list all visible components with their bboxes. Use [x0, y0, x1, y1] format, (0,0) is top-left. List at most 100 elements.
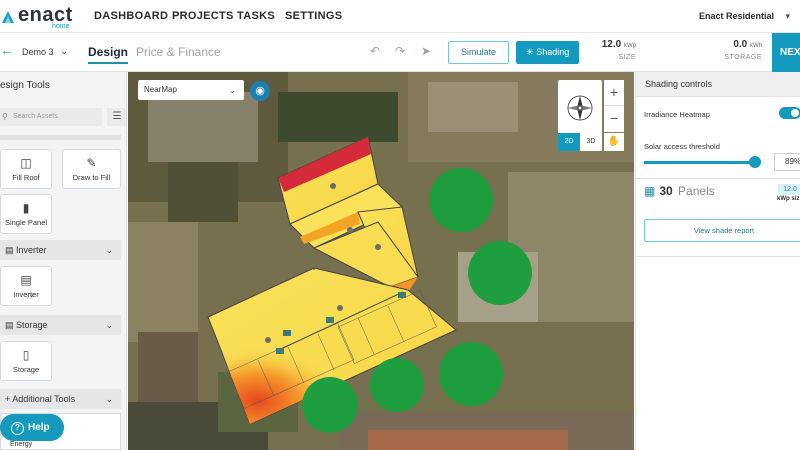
chevron-down-icon[interactable]: ⌄ — [60, 46, 68, 57]
search-placeholder: Search Assets — [13, 113, 58, 120]
tree-obstruction[interactable] — [439, 342, 503, 406]
divider — [636, 256, 800, 257]
question-icon: ? — [11, 422, 24, 435]
nav-dashboard[interactable]: DASHBOARD — [94, 10, 168, 22]
leaf-icon — [2, 11, 14, 23]
menu-icon[interactable]: ☰ — [107, 108, 126, 126]
storage-label: STORAGE — [724, 54, 762, 61]
kwp-badge: 12.0 — [778, 184, 800, 195]
storage-value: 0.0 — [733, 39, 748, 50]
nav-projects[interactable]: PROJECTS — [172, 10, 234, 22]
threshold-slider-thumb[interactable] — [749, 156, 761, 168]
toggle-knob — [791, 109, 799, 117]
zoom-out-button[interactable]: − — [604, 106, 624, 132]
plus-icon: + — [5, 394, 11, 404]
section-storage[interactable]: ▤ Storage ⌄ — [0, 315, 121, 335]
section-inverter[interactable]: ▤ Inverter ⌄ — [0, 240, 121, 260]
tree-obstruction[interactable] — [302, 377, 358, 433]
fill-roof-tool[interactable]: ◫ Fill Roof — [0, 149, 52, 189]
view-3d-button[interactable]: 3D — [580, 133, 602, 151]
tab-design[interactable]: Design — [88, 45, 129, 64]
view-2d-button[interactable]: 2D — [558, 133, 580, 151]
compass-icon — [567, 95, 593, 121]
hand-cursor-icon: ☞ — [26, 291, 36, 303]
redo-icon[interactable]: ↷ — [395, 44, 405, 58]
single-panel-label: Single Panel — [4, 218, 48, 227]
compass-control[interactable] — [558, 80, 602, 136]
tree-obstruction[interactable] — [370, 358, 424, 412]
draw-to-fill-label: Draw to Fill — [72, 173, 111, 182]
draw-to-fill-tool[interactable]: ✎ Draw to Fill — [62, 149, 121, 189]
map-canvas[interactable]: NearMap ⌄ ◉ + − 2D 3D ✋ — [128, 72, 634, 450]
panel-count-value: 30 — [659, 184, 673, 198]
chevron-down-icon: ⌄ — [105, 394, 113, 404]
storage-tile-label: Storage — [12, 365, 40, 374]
sun-icon: ☀ — [525, 47, 534, 57]
section-inverter-label: Inverter — [16, 245, 47, 255]
search-assets-input[interactable]: ⚲ Search Assets — [0, 108, 102, 126]
size-label: SIZE — [618, 54, 636, 61]
size-value: 12.0 — [601, 39, 622, 50]
size-unit: kWp — [624, 43, 636, 49]
back-arrow-icon[interactable]: ← — [0, 42, 14, 58]
globe-icon[interactable]: ◉ — [250, 81, 270, 101]
tree-obstruction[interactable] — [429, 168, 493, 232]
undo-icon[interactable]: ↶ — [370, 44, 380, 58]
size-metric: 12.0 kWp SIZE — [596, 39, 636, 61]
design-name[interactable]: Demo 3 — [22, 47, 54, 57]
top-nav: enact home DASHBOARD PROJECTS TASKS SETT… — [0, 0, 800, 33]
tab-price-finance[interactable]: Price & Finance — [136, 45, 221, 59]
nav-tasks[interactable]: TASKS — [237, 10, 275, 22]
single-panel-tool[interactable]: ▮ Single Panel — [0, 194, 52, 234]
chevron-down-icon: ⌄ — [105, 320, 113, 330]
divider — [636, 178, 800, 179]
shading-controls-panel: Shading controls Irradiance Heatmap Sola… — [635, 72, 800, 450]
design-toolbar: ← Demo 3 ⌄ Design Price & Finance ↶ ↷ ➤ … — [0, 33, 800, 72]
map-source-select[interactable]: NearMap ⌄ — [138, 80, 244, 100]
next-button[interactable]: NEXT — [772, 33, 800, 72]
storage-unit: kWh — [750, 43, 762, 49]
company-name[interactable]: Enact Residential — [699, 11, 774, 21]
storage-metric: 0.0 kWh STORAGE — [720, 39, 762, 61]
help-button[interactable]: ? Help — [0, 414, 64, 441]
shading-button[interactable]: ☀ Shading — [516, 41, 579, 64]
zoom-in-button[interactable]: + — [604, 80, 624, 106]
storage-tile[interactable]: ▯ Storage — [0, 341, 52, 381]
design-tools-sidebar: esign Tools ⚲ Search Assets ☰ ◫ Fill Roof … — [0, 72, 127, 450]
chevron-down-icon[interactable]: ▾ — [785, 11, 790, 22]
cursor-icon[interactable]: ➤ — [421, 44, 431, 58]
collapsed-section — [0, 135, 121, 140]
irradiance-heatmap-label: Irradiance Heatmap — [644, 110, 710, 119]
view-shade-report-button[interactable]: View shade report — [644, 219, 800, 242]
shading-title: Shading controls — [636, 72, 800, 97]
threshold-slider-track[interactable] — [644, 161, 754, 164]
fill-roof-label: Fill Roof — [12, 173, 40, 182]
enact-logo[interactable]: enact home — [0, 4, 72, 30]
solar-panel-icon: ▦ — [644, 184, 656, 198]
search-icon: ⚲ — [2, 112, 8, 121]
section-additional-label: Additional Tools — [12, 394, 76, 404]
panel-count-label: Panels — [678, 184, 715, 198]
panel-icon: ▮ — [22, 201, 30, 215]
simulate-button[interactable]: Simulate — [448, 41, 509, 64]
energy-label: Energy — [10, 441, 33, 448]
irradiance-heatmap-toggle[interactable] — [779, 107, 800, 119]
shading-label: Shading — [536, 47, 570, 57]
help-label: Help — [28, 422, 50, 433]
sidebar-title: esign Tools — [0, 80, 50, 91]
chevron-down-icon: ⌄ — [228, 85, 236, 95]
pen-icon: ✎ — [86, 156, 97, 170]
section-storage-label: Storage — [16, 320, 48, 330]
storage-section-icon: ▤ — [5, 320, 14, 330]
pan-hand-icon[interactable]: ✋ — [604, 133, 624, 151]
threshold-value-field[interactable]: 89% — [774, 153, 800, 171]
tree-obstruction[interactable] — [468, 241, 532, 305]
inverter-icon: ▤ — [20, 273, 32, 287]
battery-icon: ▯ — [22, 348, 30, 362]
fill-roof-icon: ◫ — [20, 156, 32, 170]
chevron-down-icon: ⌄ — [105, 245, 113, 255]
map-source-value: NearMap — [144, 85, 177, 94]
section-additional-tools[interactable]: + Additional Tools ⌄ — [0, 389, 121, 409]
kwp-size-label: kWp siz — [777, 196, 800, 202]
nav-settings[interactable]: SETTINGS — [285, 10, 342, 22]
